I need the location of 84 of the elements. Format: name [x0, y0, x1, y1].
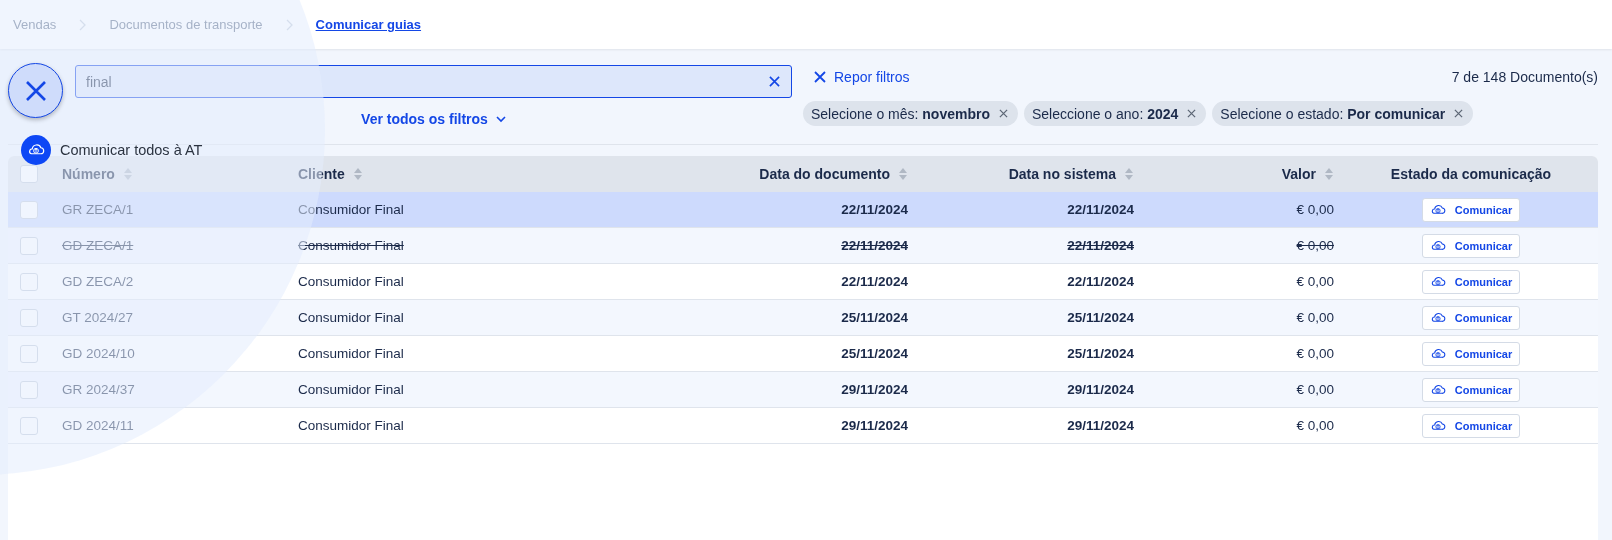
table-cell: € 0,00	[1296, 382, 1334, 397]
checkbox[interactable]	[20, 416, 38, 435]
table-cell: GD 2024/11	[62, 418, 134, 433]
table-cell: Consumidor Final	[298, 274, 404, 289]
table-cell: 25/11/2024	[841, 346, 908, 361]
communicate-button[interactable]: Comunicar	[1422, 305, 1520, 330]
table-cell: € 0,00	[1296, 310, 1334, 325]
chevron-down-icon	[495, 115, 506, 123]
close-icon[interactable]	[1454, 109, 1464, 118]
table-cell: 22/11/2024	[841, 238, 908, 253]
checkbox[interactable]	[20, 165, 38, 183]
sort-icon	[898, 167, 908, 181]
table-cell: 22/11/2024	[841, 274, 908, 289]
chevron-icon	[78, 18, 88, 31]
close-icon[interactable]	[1187, 109, 1197, 118]
filter-chip[interactable]: Selecione o mês: novembro	[803, 101, 1018, 126]
column-header[interactable]: Valor	[1281, 166, 1334, 182]
table-cell: € 0,00	[1296, 346, 1334, 361]
table-cell: 22/11/2024	[1067, 238, 1134, 253]
table-cell: 29/11/2024	[841, 382, 908, 397]
reset-filters-link[interactable]: Repor filtros	[814, 69, 910, 85]
table-row[interactable]: GR 2024/37 Consumidor Final 29/11/2024 29/11/2024 € 0,00 Comunicar	[8, 372, 1598, 408]
chevron-icon	[284, 18, 294, 31]
filter-chip[interactable]: Selecione o estado: Por comunicar	[1212, 101, 1474, 126]
filters-link[interactable]: Ver todos os filtros	[361, 111, 506, 127]
table-row[interactable]: GT 2024/27 Consumidor Final 25/11/2024 25/11/2024 € 0,00 Comunicar	[8, 300, 1598, 336]
column-header[interactable]: Estado da comunicação	[1390, 166, 1552, 182]
table-cell: 29/11/2024	[841, 418, 908, 433]
clear-icon[interactable]	[769, 76, 780, 87]
close-button[interactable]	[8, 63, 63, 118]
close-icon	[814, 71, 826, 83]
checkbox[interactable]	[20, 272, 38, 291]
sort-icon	[1124, 167, 1134, 181]
table-cell: Consumidor Final	[298, 418, 404, 433]
chip-label: Selecione o mês: novembro	[811, 105, 990, 122]
checkbox[interactable]	[20, 236, 38, 255]
table-cell: Consumidor Final	[298, 238, 404, 253]
chip-label: Seleccione o ano: 2024	[1032, 105, 1179, 122]
table-row[interactable]: GR ZECA/1 Consumidor Final 22/11/2024 22/11/2024 € 0,00 Comunicar	[8, 192, 1598, 228]
table-cell: 25/11/2024	[841, 310, 908, 325]
communicate-button[interactable]: Comunicar	[1422, 413, 1520, 438]
table-cell: 22/11/2024	[1067, 274, 1134, 289]
table-cell: 25/11/2024	[1067, 310, 1134, 325]
table-cell: 29/11/2024	[1067, 418, 1134, 433]
communicate-button[interactable]: Comunicar	[1422, 233, 1520, 258]
communicate-button[interactable]: Comunicar	[1422, 341, 1520, 366]
table-cell: GD ZECA/2	[62, 274, 134, 289]
table-cell: GD 2024/10	[62, 346, 135, 361]
table-cell: GR ZECA/1	[62, 202, 134, 217]
table-cell: Consumidor Final	[298, 202, 404, 217]
table-cell: GD ZECA/1	[62, 238, 134, 253]
table-cell: 22/11/2024	[841, 202, 908, 217]
column-header[interactable]: Data do documento	[759, 166, 908, 182]
sort-icon	[1324, 167, 1334, 181]
checkbox[interactable]	[20, 308, 38, 327]
checkbox[interactable]	[20, 344, 38, 363]
communicate-button[interactable]: Comunicar	[1422, 269, 1520, 294]
checkbox[interactable]	[20, 200, 38, 219]
communicate-button[interactable]: Comunicar	[1422, 377, 1520, 402]
table-cell: 22/11/2024	[1067, 202, 1134, 217]
communicate-button[interactable]: Comunicar	[1422, 197, 1520, 222]
table-cell: Consumidor Final	[298, 346, 404, 361]
table-cell: GT 2024/27	[62, 310, 134, 325]
result-count: 7 de 148 Documento(s)	[1451, 69, 1598, 85]
chip-label: Selecione o estado: Por comunicar	[1220, 105, 1446, 122]
table-cell: Consumidor Final	[298, 310, 404, 325]
sort-icon	[352, 167, 363, 181]
table-cell: 29/11/2024	[1067, 382, 1134, 397]
breadcrumb-link[interactable]: Comunicar guias	[315, 17, 422, 32]
close-icon	[24, 79, 47, 102]
table-cell: GR 2024/37	[62, 382, 135, 397]
action-label[interactable]: Comunicar todos à AT	[60, 142, 203, 158]
table-cell: € 0,00	[1296, 274, 1334, 289]
table-cell: € 0,00	[1296, 238, 1334, 253]
close-icon[interactable]	[999, 109, 1008, 118]
checkbox[interactable]	[20, 380, 38, 399]
table-cell: Consumidor Final	[298, 382, 404, 397]
table-row[interactable]: GD ZECA/1 Consumidor Final 22/11/2024 22/11/2024 € 0,00 Comunicar	[8, 228, 1598, 264]
action-button[interactable]	[21, 135, 51, 165]
table-cell: 25/11/2024	[1067, 346, 1134, 361]
filter-chip[interactable]: Seleccione o ano: 2024	[1024, 101, 1207, 126]
table-cell: € 0,00	[1296, 202, 1334, 217]
table-cell: € 0,00	[1296, 418, 1334, 433]
column-header[interactable]: Data no sistema	[1008, 166, 1134, 182]
